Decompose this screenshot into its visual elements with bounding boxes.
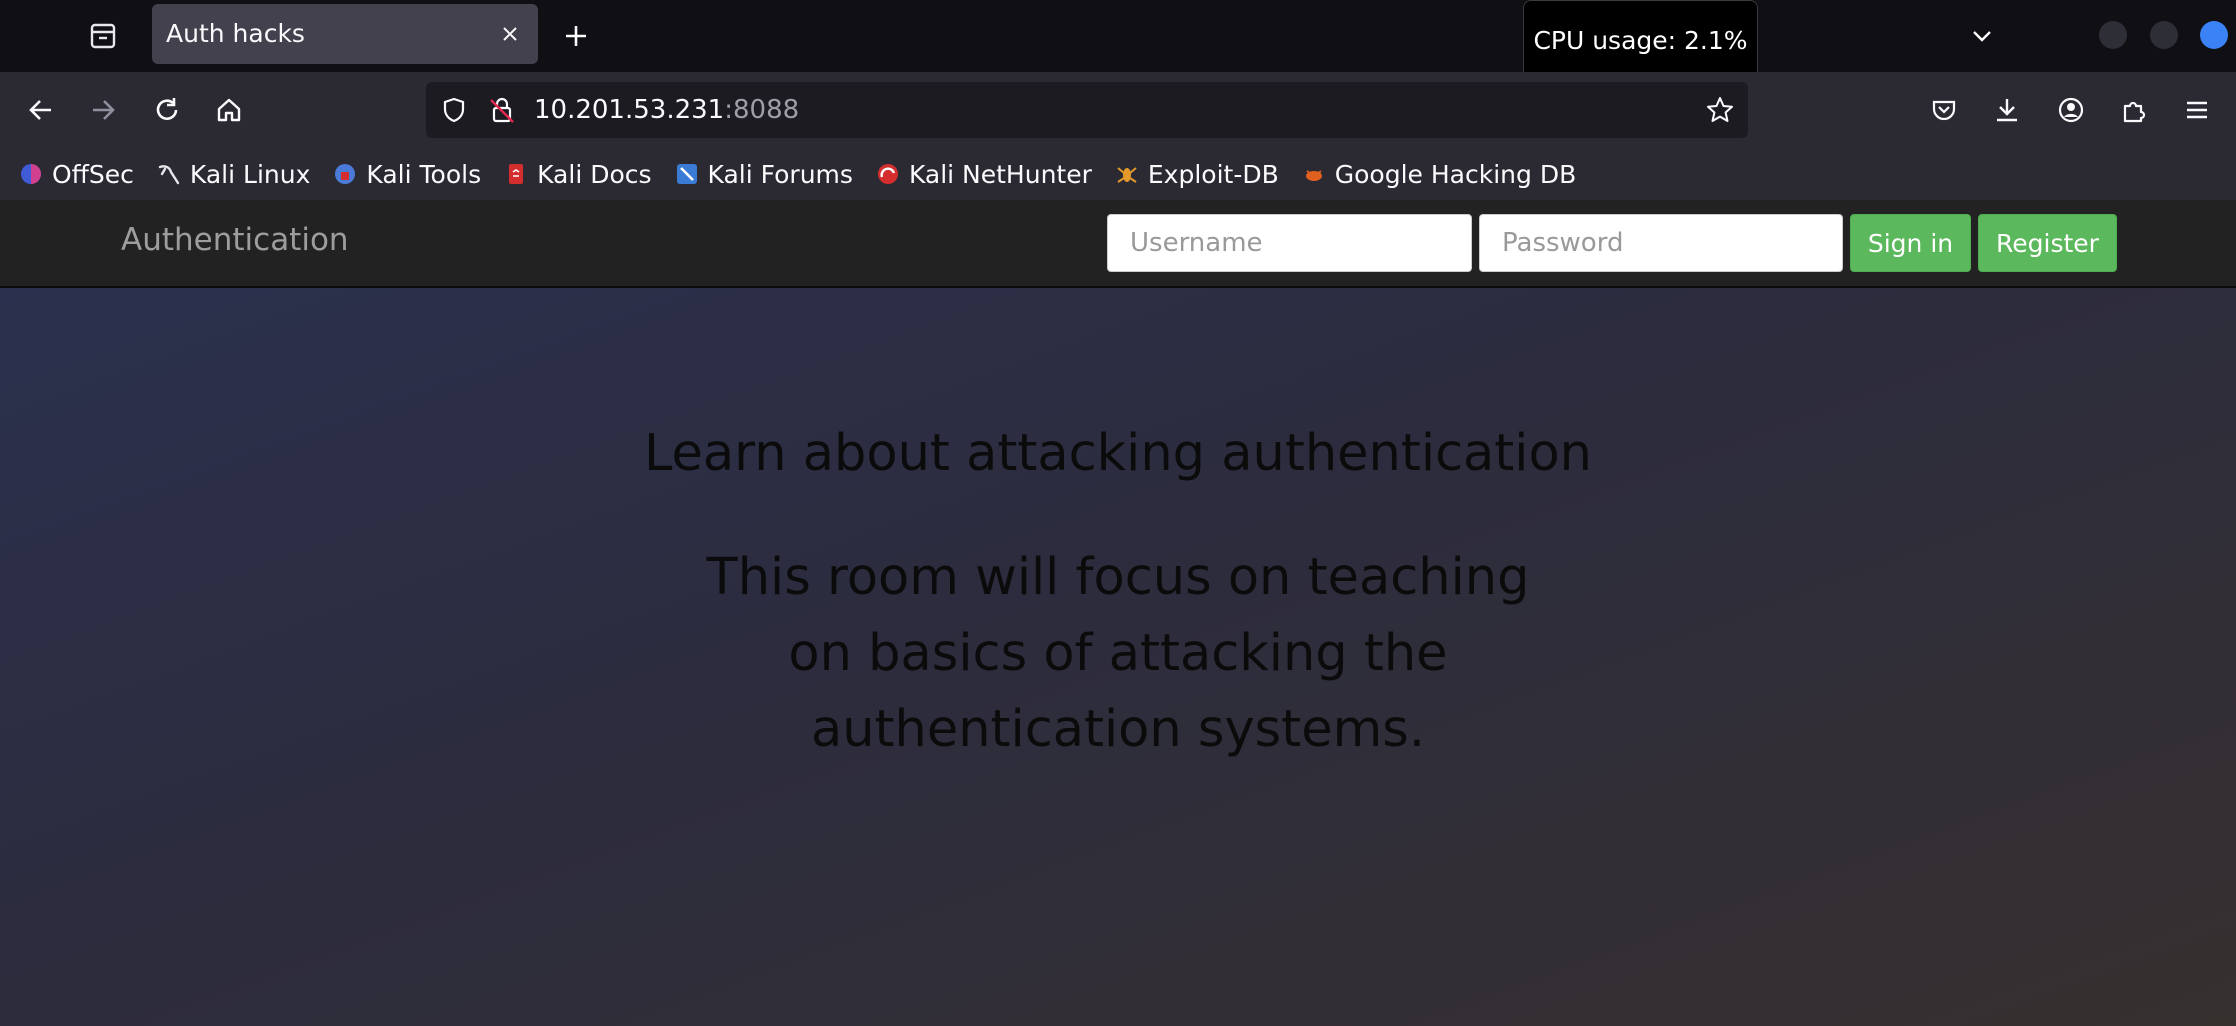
kali-forums-icon bbox=[674, 161, 700, 187]
nethunter-icon bbox=[875, 161, 901, 187]
bookmark-google-hacking-db[interactable]: Google Hacking DB bbox=[1301, 160, 1576, 189]
chevron-down-icon[interactable] bbox=[1960, 14, 2004, 58]
ghdb-icon bbox=[1301, 161, 1327, 187]
maximize-button[interactable] bbox=[2150, 21, 2178, 49]
url-port: :8088 bbox=[724, 95, 800, 125]
url-text: 10.201.53.231:8088 bbox=[534, 95, 799, 125]
close-icon[interactable] bbox=[494, 18, 526, 50]
bookmark-offsec[interactable]: OffSec bbox=[18, 160, 134, 189]
minimize-button[interactable] bbox=[2099, 21, 2127, 49]
extensions-icon[interactable] bbox=[2112, 88, 2156, 132]
password-input[interactable] bbox=[1479, 214, 1843, 272]
cpu-usage-tooltip: CPU usage: 2.1% bbox=[1523, 0, 1758, 80]
kali-dragon-icon bbox=[156, 161, 182, 187]
new-tab-button[interactable] bbox=[554, 14, 598, 58]
pocket-icon[interactable] bbox=[1922, 88, 1966, 132]
address-bar[interactable]: 10.201.53.231:8088 bbox=[426, 82, 1748, 138]
forward-arrow-icon[interactable] bbox=[81, 88, 125, 132]
bookmarks-toolbar: OffSec Kali Linux Kali Tools Kali Docs K… bbox=[0, 148, 2236, 200]
bookmark-star-icon[interactable] bbox=[1702, 92, 1738, 128]
navigation-toolbar: 10.201.53.231:8088 bbox=[0, 72, 2236, 148]
bookmark-label: Google Hacking DB bbox=[1334, 159, 1577, 189]
bookmark-kali-docs[interactable]: Kali Docs bbox=[503, 159, 652, 189]
bookmark-kali-tools[interactable]: Kali Tools bbox=[332, 160, 481, 189]
bookmark-kali-nethunter[interactable]: Kali NetHunter bbox=[875, 160, 1092, 189]
tab-strip: Auth hacks CPU usage: 2.1% bbox=[0, 0, 2236, 80]
firefox-view-icon[interactable] bbox=[81, 14, 125, 58]
tab-auth-hacks[interactable]: Auth hacks bbox=[152, 4, 538, 64]
bookmark-kali-linux[interactable]: Kali Linux bbox=[156, 160, 310, 189]
home-icon[interactable] bbox=[207, 88, 251, 132]
bookmark-label: Exploit-DB bbox=[1147, 159, 1279, 189]
bookmark-label: Kali NetHunter bbox=[908, 159, 1092, 189]
download-icon[interactable] bbox=[1985, 88, 2029, 132]
browser-window: Auth hacks CPU usage: 2.1% 10.201.53.231… bbox=[0, 0, 2236, 1026]
tab-title: Auth hacks bbox=[166, 19, 305, 48]
menu-icon[interactable] bbox=[2175, 88, 2219, 132]
bookmark-exploit-db[interactable]: Exploit-DB bbox=[1114, 160, 1279, 189]
shield-icon[interactable] bbox=[436, 92, 472, 128]
bookmark-label: OffSec bbox=[52, 159, 134, 189]
site-brand[interactable]: Authentication bbox=[121, 222, 349, 258]
username-input[interactable] bbox=[1107, 214, 1472, 272]
reload-icon[interactable] bbox=[145, 88, 189, 132]
site-navbar: Authentication Sign in Register bbox=[0, 200, 2236, 288]
hero-title: Learn about attacking authentication bbox=[643, 424, 1592, 483]
kali-docs-icon bbox=[503, 161, 529, 187]
close-window-button[interactable] bbox=[2200, 21, 2228, 49]
bookmark-kali-forums[interactable]: Kali Forums bbox=[674, 160, 853, 189]
account-icon[interactable] bbox=[2049, 88, 2093, 132]
back-arrow-icon[interactable] bbox=[19, 88, 63, 132]
bookmark-label: Kali Tools bbox=[366, 159, 482, 189]
bookmark-label: Kali Docs bbox=[537, 159, 652, 189]
insecure-lock-icon[interactable] bbox=[484, 92, 520, 128]
hero-text: This room will focus on teaching on basi… bbox=[706, 548, 1530, 759]
exploit-db-icon bbox=[1114, 161, 1140, 187]
offsec-icon bbox=[18, 161, 44, 187]
bookmark-label: Kali Forums bbox=[707, 159, 853, 189]
kali-tools-icon bbox=[332, 161, 358, 187]
page-content: Authentication Sign in Register Learn ab… bbox=[0, 200, 2236, 1026]
register-button[interactable]: Register bbox=[1978, 214, 2117, 272]
url-host: 10.201.53.231 bbox=[534, 95, 725, 125]
sign-in-button[interactable]: Sign in bbox=[1850, 214, 1971, 272]
bookmark-label: Kali Linux bbox=[189, 159, 311, 189]
